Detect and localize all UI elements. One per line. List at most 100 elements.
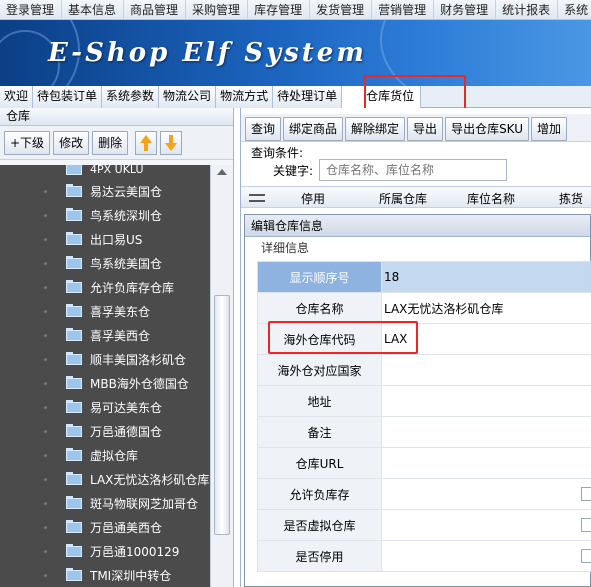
tree-item[interactable]: 允许负库存仓库 bbox=[0, 275, 210, 299]
tab-system-params[interactable]: 系统参数 bbox=[102, 86, 160, 108]
scroll-up-icon[interactable] bbox=[217, 169, 227, 175]
tree-item[interactable]: 万邑通1000129 bbox=[0, 539, 210, 563]
tree-item[interactable]: 易可达美东仓 bbox=[0, 395, 210, 419]
tab-shipping-method[interactable]: 物流方式 bbox=[216, 86, 274, 108]
tree-item[interactable]: 斑马物联网芝加哥仓 bbox=[0, 491, 210, 515]
keyword-input[interactable] bbox=[319, 159, 507, 181]
app-logo-title: E-Shop Elf System bbox=[48, 38, 367, 68]
tab-warehouse-location[interactable]: 仓库货位 bbox=[342, 86, 422, 108]
tree-item-label: 万邑通德国仓 bbox=[90, 425, 163, 439]
tree-item[interactable]: 喜孚美西仓 bbox=[0, 323, 210, 347]
tree-toolbar: +下级 修改 删除 bbox=[0, 126, 233, 160]
query-conditions-label: 查询条件: bbox=[251, 146, 304, 160]
export-button[interactable]: 导出 bbox=[407, 117, 444, 141]
add-child-button[interactable]: +下级 bbox=[4, 131, 51, 155]
delete-button[interactable]: 删除 bbox=[92, 131, 129, 155]
menu-finance[interactable]: 财务管理 bbox=[434, 0, 497, 19]
tab-logistics-company[interactable]: 物流公司 bbox=[159, 86, 217, 108]
tree-item[interactable]: 出口易US bbox=[0, 227, 210, 251]
tree-scrollbar[interactable] bbox=[210, 165, 233, 587]
tree-item[interactable]: TMI深圳中转仓 bbox=[0, 563, 210, 587]
tree-dot bbox=[44, 406, 47, 409]
disabled-checkbox[interactable] bbox=[581, 549, 591, 563]
dialog-title: 编辑仓库信息 bbox=[245, 215, 590, 237]
menu-purchase[interactable]: 采购管理 bbox=[186, 0, 249, 19]
col-warehouse[interactable]: 所属仓库 bbox=[379, 190, 427, 207]
tree-item-selected[interactable]: LAX无忧达洛杉矶仓库 bbox=[0, 467, 210, 491]
menu-reports[interactable]: 统计报表 bbox=[496, 0, 559, 19]
folder-icon bbox=[66, 304, 82, 317]
field-label: 海外仓库代码 bbox=[257, 323, 382, 355]
menu-login[interactable]: 登录管理 bbox=[0, 0, 63, 19]
location-toolbar: 查询 绑定商品 解除绑定 导出 导出仓库SKU 增加 bbox=[241, 114, 591, 142]
tree-item[interactable]: MBB海外仓德国仓 bbox=[0, 371, 210, 395]
tree-item-label: 喜孚美西仓 bbox=[90, 329, 151, 343]
arrow-up-stem bbox=[144, 143, 149, 151]
warehouse-url-field[interactable] bbox=[381, 447, 591, 479]
folder-icon bbox=[66, 496, 82, 509]
tree-item-label: 鸟系统深圳仓 bbox=[90, 209, 163, 223]
folder-icon bbox=[66, 232, 82, 245]
menu-system[interactable]: 系统 bbox=[558, 0, 591, 19]
sort-order-field[interactable]: 18 bbox=[381, 261, 591, 293]
tree-dot bbox=[44, 550, 47, 553]
field-label: 备注 bbox=[257, 416, 382, 448]
menu-product[interactable]: 商品管理 bbox=[124, 0, 187, 19]
bind-product-button[interactable]: 绑定商品 bbox=[283, 117, 344, 141]
add-button[interactable]: 增加 bbox=[531, 117, 568, 141]
tree-item[interactable]: 万邑通美西仓 bbox=[0, 515, 210, 539]
tree-dot bbox=[44, 310, 47, 313]
tree-dot bbox=[44, 214, 47, 217]
tab-pending-orders[interactable]: 待处理订单 bbox=[273, 86, 343, 108]
edit-button[interactable]: 修改 bbox=[53, 131, 90, 155]
keyword-label: 关键字: bbox=[273, 164, 314, 178]
tree-item[interactable]: 鸟系统美国仓 bbox=[0, 251, 210, 275]
tree-item[interactable]: 鸟系统深圳仓 bbox=[0, 203, 210, 227]
tree-item[interactable]: 顺丰美国洛杉矶仓 bbox=[0, 347, 210, 371]
app-banner: E-Shop Elf System bbox=[0, 20, 591, 86]
warehouse-tree-panel: 仓库 +下级 修改 删除 4PX UKLU 易达云美国仓 鸟系统深圳仓 出口易U… bbox=[0, 108, 234, 587]
country-field[interactable] bbox=[381, 354, 591, 386]
col-picking[interactable]: 拣货 bbox=[559, 190, 583, 207]
folder-icon bbox=[66, 544, 82, 557]
tree-item-label: 喜孚美东仓 bbox=[90, 305, 151, 319]
overseas-code-field[interactable]: LAX bbox=[381, 323, 591, 355]
tree-item[interactable]: 万邑通德国仓 bbox=[0, 419, 210, 443]
virtual-warehouse-checkbox[interactable] bbox=[581, 518, 591, 532]
warehouse-name-field[interactable]: LAX无忧达洛杉矶仓库 bbox=[381, 292, 591, 324]
folder-icon bbox=[66, 424, 82, 437]
tab-welcome[interactable]: 欢迎 bbox=[0, 86, 34, 108]
folder-icon bbox=[66, 256, 82, 269]
menu-shipping[interactable]: 发货管理 bbox=[310, 0, 373, 19]
tree-item[interactable]: 喜孚美东仓 bbox=[0, 299, 210, 323]
tree-dot bbox=[44, 238, 47, 241]
address-field[interactable] bbox=[381, 385, 591, 417]
row-selector-icon bbox=[249, 194, 265, 202]
export-sku-button[interactable]: 导出仓库SKU bbox=[445, 117, 530, 141]
unbind-button[interactable]: 解除绑定 bbox=[345, 117, 406, 141]
tab-pending-pack-orders[interactable]: 待包装订单 bbox=[33, 86, 103, 108]
negative-stock-checkbox[interactable] bbox=[581, 487, 591, 501]
menu-basic-info[interactable]: 基本信息 bbox=[62, 0, 125, 19]
tree-dot bbox=[44, 430, 47, 433]
tree-item[interactable]: 易达云美国仓 bbox=[0, 179, 210, 203]
form-row-virtual: 是否虚拟仓库 bbox=[257, 509, 591, 541]
form-row-remarks: 备注 bbox=[257, 416, 591, 448]
folder-icon bbox=[66, 568, 82, 581]
move-down-button[interactable] bbox=[160, 131, 183, 155]
scrollbar-thumb[interactable] bbox=[214, 295, 230, 535]
move-up-button[interactable] bbox=[135, 131, 158, 155]
remarks-field[interactable] bbox=[381, 416, 591, 448]
tree-item-label: 允许负库存仓库 bbox=[90, 281, 175, 295]
tree-dot bbox=[44, 334, 47, 337]
tree-item[interactable]: 虚拟仓库 bbox=[0, 443, 210, 467]
col-location-name[interactable]: 库位名称 bbox=[467, 190, 515, 207]
tree-dot bbox=[44, 190, 47, 193]
disabled-cell bbox=[381, 540, 591, 572]
tree-item-label: 易可达美东仓 bbox=[90, 401, 163, 415]
tree-item[interactable]: 4PX UKLU bbox=[0, 165, 210, 179]
menu-inventory[interactable]: 库存管理 bbox=[248, 0, 311, 19]
menu-marketing[interactable]: 营销管理 bbox=[372, 0, 435, 19]
query-button[interactable]: 查询 bbox=[245, 117, 282, 141]
col-disabled[interactable]: 停用 bbox=[301, 190, 325, 207]
